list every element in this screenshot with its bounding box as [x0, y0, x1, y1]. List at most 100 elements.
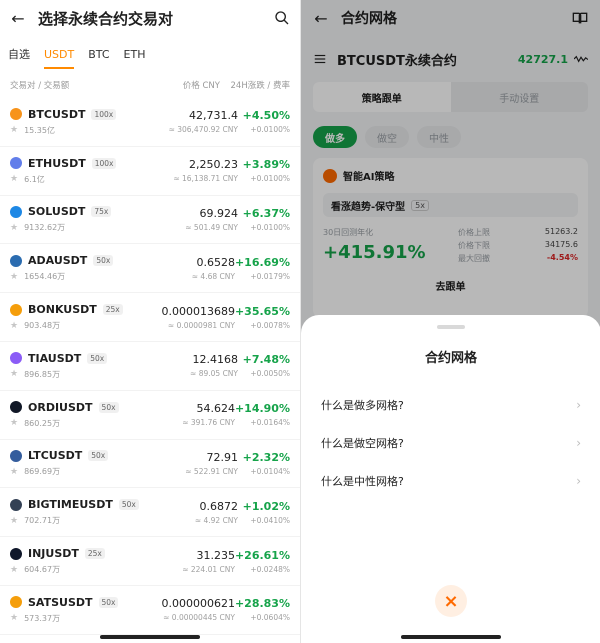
price: 72.91: [206, 450, 239, 464]
price-cny: ≈ 306,470.92 CNY: [168, 125, 238, 135]
volume: 6.1亿: [24, 174, 45, 184]
price: 0.6528: [196, 255, 235, 269]
star-icon[interactable]: ★: [10, 125, 18, 135]
price: 2,250.23: [189, 158, 238, 172]
sheet-handle[interactable]: [437, 325, 465, 329]
change-block: +3.89% +0.0100%: [243, 158, 290, 183]
coin-icon: [10, 254, 22, 267]
change: +14.90%: [234, 402, 290, 416]
change: +4.50%: [242, 109, 290, 123]
pair-info: TIAUSDT 50x ★ 896.85万: [10, 352, 150, 380]
pair-info: BIGTIMEUSDT 50x ★ 702.71万: [10, 498, 150, 526]
price-cny: ≈ 4.68 CNY: [191, 271, 235, 281]
volume: 1654.46万: [24, 272, 66, 282]
pair-row[interactable]: BIGTIMEUSDT 50x ★ 702.71万 0.6872 ≈ 4.92 …: [0, 488, 300, 538]
star-icon[interactable]: ★: [10, 516, 18, 526]
tab-usdt[interactable]: USDT: [44, 48, 75, 69]
pair-row[interactable]: BONKUSDT 25x ★ 903.48万 0.000013689 ≈ 0.0…: [0, 293, 300, 342]
chevron-right-icon: ›: [576, 398, 581, 412]
sheet-title: 合约网格: [424, 351, 477, 366]
pair-row[interactable]: ETHUSDT 100x ★ 6.1亿 2,250.23 ≈ 16,138.71…: [0, 147, 300, 196]
pair-row[interactable]: INJUSDT 25x ★ 604.67万 31.235 ≈ 224.01 CN…: [0, 537, 300, 586]
leverage-badge: 50x: [93, 255, 114, 267]
symbol-line: ADAUSDT 50x: [10, 254, 148, 267]
price: 0.000000621: [161, 597, 235, 611]
volume: 869.69万: [24, 467, 61, 477]
volume: 573.37万: [24, 613, 61, 623]
col-price[interactable]: 价格 CNY: [150, 79, 220, 91]
col-change[interactable]: 24H涨跌 / 费率: [231, 79, 290, 91]
tab-eth[interactable]: ETH: [124, 48, 146, 61]
funding-rate: +0.0078%: [250, 320, 290, 330]
funding-rate: +0.0410%: [250, 515, 290, 525]
star-icon[interactable]: ★: [10, 272, 18, 282]
coin-icon: [10, 498, 22, 511]
leverage-badge: 25x: [84, 548, 105, 560]
funding-rate: +0.0164%: [250, 418, 290, 428]
volume-line: ★ 896.85万: [10, 369, 150, 380]
price-cny: ≈ 391.76 CNY: [182, 418, 235, 428]
volume: 896.85万: [24, 369, 61, 379]
star-icon[interactable]: ★: [10, 467, 18, 477]
symbol: LTCUSDT: [28, 449, 83, 463]
chevron-right-icon: ›: [576, 436, 581, 450]
pair-row[interactable]: TIAUSDT 50x ★ 896.85万 12.4168 ≈ 89.05 CN…: [0, 342, 300, 391]
leverage-badge: 75x: [91, 206, 112, 218]
back-icon[interactable]: ←: [10, 9, 26, 28]
star-icon[interactable]: ★: [10, 174, 18, 184]
price-block: 31.235 ≈ 224.01 CNY: [148, 549, 235, 574]
price: 0.6872: [199, 499, 239, 513]
symbol: INJUSDT: [28, 547, 79, 561]
pair-info: SOLUSDT 75x ★ 9132.62万: [10, 205, 150, 233]
volume-line: ★ 903.48万: [10, 320, 148, 331]
coin-icon: [10, 303, 22, 316]
price-block: 69.924 ≈ 501.49 CNY: [150, 207, 238, 232]
symbol-line: BTCUSDT 100x: [10, 108, 150, 121]
faq-item-neutral-grid[interactable]: 什么是中性网格? ›: [301, 462, 600, 500]
leverage-badge: 100x: [91, 108, 117, 120]
star-icon[interactable]: ★: [10, 613, 18, 623]
pair-row[interactable]: SOLUSDT 75x ★ 9132.62万 69.924 ≈ 501.49 C…: [0, 196, 300, 245]
pair-row[interactable]: LTCUSDT 50x ★ 869.69万 72.91 ≈ 522.91 CNY…: [0, 440, 300, 489]
pair-row[interactable]: BTCUSDT 100x ★ 15.35亿 42,731.4 ≈ 306,470…: [0, 98, 300, 147]
pair-row[interactable]: ADAUSDT 50x ★ 1654.46万 0.6528 ≈ 4.68 CNY…: [0, 244, 300, 294]
funding-rate: +0.0100%: [250, 222, 290, 232]
star-icon[interactable]: ★: [10, 223, 18, 233]
star-icon[interactable]: ★: [10, 321, 18, 331]
volume-line: ★ 6.1亿: [10, 174, 150, 185]
volume: 860.25万: [24, 418, 61, 428]
price: 42,731.4: [189, 109, 238, 123]
faq-item-long-grid[interactable]: 什么是做多网格? ›: [301, 386, 600, 424]
pair-info: ADAUSDT 50x ★ 1654.46万: [10, 254, 148, 282]
pair-row[interactable]: ORDIUSDT 50x ★ 860.25万 54.624 ≈ 391.76 C…: [0, 391, 300, 440]
faq-item-short-grid[interactable]: 什么是做空网格? ›: [301, 424, 600, 462]
close-icon[interactable]: ×: [435, 585, 467, 617]
symbol-line: ETHUSDT 100x: [10, 157, 150, 170]
pair-info: INJUSDT 25x ★ 604.67万: [10, 547, 148, 575]
symbol: TIAUSDT: [28, 351, 82, 365]
pair-list: BTCUSDT 100x ★ 15.35亿 42,731.4 ≈ 306,470…: [0, 98, 300, 635]
coin-icon: [10, 449, 22, 462]
change: +1.02%: [242, 499, 290, 513]
price-cny: ≈ 0.00000445 CNY: [163, 613, 235, 623]
volume-line: ★ 573.37万: [10, 613, 148, 624]
funding-rate: +0.0179%: [250, 271, 290, 281]
price-block: 72.91 ≈ 522.91 CNY: [150, 451, 238, 476]
funding-rate: +0.0100%: [250, 125, 290, 135]
pair-info: ORDIUSDT 50x ★ 860.25万: [10, 401, 148, 429]
star-icon[interactable]: ★: [10, 565, 18, 575]
star-icon[interactable]: ★: [10, 418, 18, 428]
star-icon[interactable]: ★: [10, 369, 18, 379]
price-block: 54.624 ≈ 391.76 CNY: [148, 402, 235, 427]
coin-icon: [10, 157, 22, 170]
tab-btc[interactable]: BTC: [88, 48, 109, 61]
coin-icon: [10, 352, 22, 365]
volume-line: ★ 9132.62万: [10, 222, 150, 233]
search-icon[interactable]: [274, 10, 290, 26]
tab-favorites[interactable]: 自选: [8, 46, 30, 62]
col-pair[interactable]: 交易对 / 交易额: [10, 79, 150, 91]
symbol-line: LTCUSDT 50x: [10, 449, 150, 462]
pair-row[interactable]: SATSUSDT 50x ★ 573.37万 0.000000621 ≈ 0.0…: [0, 586, 300, 635]
chevron-right-icon: ›: [576, 474, 581, 488]
quote-tabs: 自选 USDT BTC ETH: [0, 36, 300, 72]
